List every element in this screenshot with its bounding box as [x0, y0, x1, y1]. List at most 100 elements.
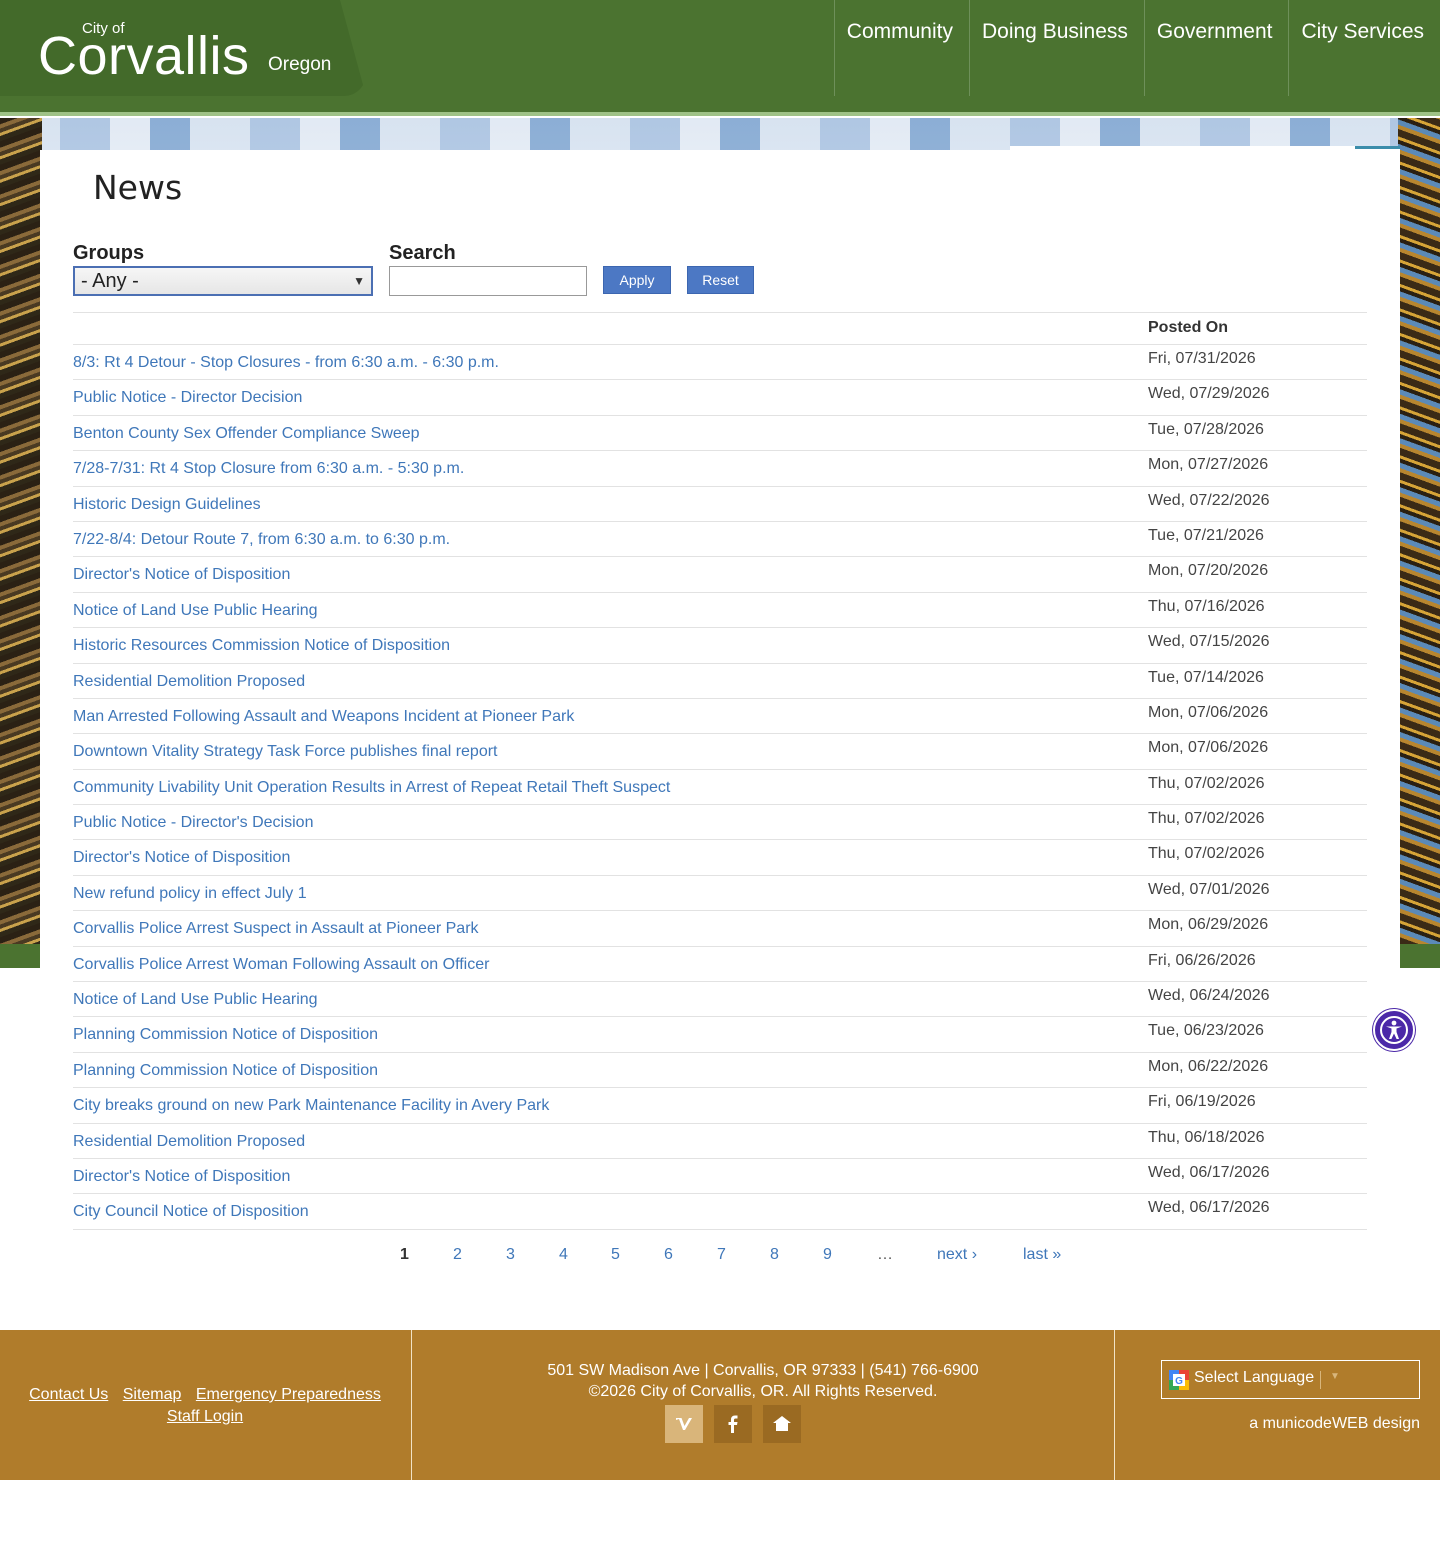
- staff-login-link[interactable]: Staff Login: [167, 1408, 243, 1425]
- table-row: Historic Resources Commission Notice of …: [73, 628, 1367, 664]
- svg-text:G: G: [1175, 1376, 1183, 1387]
- news-date: Tue, 07/14/2026: [1148, 668, 1264, 686]
- pager-last[interactable]: last »: [1023, 1246, 1061, 1264]
- page-title: News: [93, 168, 183, 207]
- language-label: Select Language: [1194, 1369, 1315, 1386]
- nextdoor-icon[interactable]: [763, 1405, 801, 1443]
- table-row: Notice of Land Use Public Hearing Thu, 07…: [73, 593, 1367, 629]
- table-row: Residential Demolition Proposed Thu, 06/1…: [73, 1124, 1367, 1159]
- news-date: Thu, 06/18/2026: [1148, 1128, 1265, 1146]
- news-title-link[interactable]: Historic Design Guidelines: [73, 496, 261, 514]
- content-tab-accent: [1355, 146, 1400, 149]
- news-title-link[interactable]: Downtown Vitality Strategy Task Force pu…: [73, 743, 498, 761]
- news-date: Mon, 06/29/2026: [1148, 916, 1269, 934]
- pager-next[interactable]: next ›: [937, 1246, 977, 1264]
- search-input[interactable]: [389, 266, 587, 296]
- pager-page-3[interactable]: 3: [506, 1246, 515, 1264]
- language-selector[interactable]: G Select Language ▼: [1161, 1360, 1420, 1399]
- nav-doing-business[interactable]: Doing Business: [968, 0, 1144, 96]
- accessibility-button[interactable]: [1373, 1009, 1415, 1051]
- news-date: Wed, 07/01/2026: [1148, 880, 1270, 898]
- language-separator: [1320, 1371, 1321, 1389]
- news-date: Fri, 07/31/2026: [1148, 350, 1256, 367]
- news-date: Thu, 07/02/2026: [1148, 774, 1265, 792]
- pager-page-1: 1: [400, 1246, 409, 1263]
- contact-us-link[interactable]: Contact Us: [29, 1386, 108, 1403]
- logo-name: Corvallis: [38, 26, 250, 86]
- news-title-link[interactable]: 7/28-7/31: Rt 4 Stop Closure from 6:30 a…: [73, 460, 464, 478]
- sitemap-link[interactable]: Sitemap: [123, 1386, 182, 1403]
- news-date: Fri, 06/26/2026: [1148, 951, 1256, 969]
- table-row: Corvallis Police Arrest Suspect in Assau…: [73, 911, 1367, 947]
- news-date: Tue, 07/28/2026: [1148, 420, 1264, 438]
- news-date: Wed, 06/17/2026: [1148, 1199, 1270, 1217]
- news-title-link[interactable]: Planning Commission Notice of Dispositio…: [73, 1062, 378, 1080]
- news-title-link[interactable]: 7/22-8/4: Detour Route 7, from 6:30 a.m.…: [73, 531, 450, 549]
- news-rows: 8/3: Rt 4 Detour - Stop Closures - from …: [73, 345, 1367, 1230]
- news-date: Wed, 06/24/2026: [1148, 987, 1270, 1005]
- news-title-link[interactable]: Community Livability Unit Operation Resu…: [73, 779, 670, 797]
- footer-divider: [1114, 1330, 1115, 1480]
- table-row: Residential Demolition Proposed Tue, 07/1…: [73, 664, 1367, 699]
- news-title-link[interactable]: City breaks ground on new Park Maintenan…: [73, 1097, 549, 1115]
- news-title-link[interactable]: Public Notice - Director's Decision: [73, 814, 313, 832]
- nav-government[interactable]: Government: [1143, 0, 1289, 96]
- pager-page-8[interactable]: 8: [770, 1246, 779, 1264]
- pager-page-6[interactable]: 6: [664, 1246, 673, 1264]
- news-table: Posted On 8/3: Rt 4 Detour - Stop Closur…: [73, 312, 1367, 1230]
- news-title-link[interactable]: Residential Demolition Proposed: [73, 673, 305, 691]
- main-content: News Groups - Any - ▼ Search Apply Reset…: [40, 146, 1400, 1280]
- footer-links: Contact Us Sitemap Emergency Preparednes…: [22, 1384, 388, 1428]
- table-row: City Council Notice of Disposition Wed, 0…: [73, 1194, 1367, 1230]
- nav-city-services[interactable]: City Services: [1288, 0, 1440, 96]
- vimeo-icon[interactable]: [665, 1405, 703, 1443]
- facebook-glyph: [728, 1415, 738, 1433]
- tree-right: [1398, 118, 1440, 944]
- pager-page-2[interactable]: 2: [453, 1246, 462, 1264]
- news-date: Mon, 07/27/2026: [1148, 456, 1269, 474]
- news-date: Thu, 07/16/2026: [1148, 597, 1265, 615]
- groups-select-value: - Any -: [81, 269, 139, 292]
- news-title-link[interactable]: Corvallis Police Arrest Suspect in Assau…: [73, 920, 479, 938]
- pager-page-5[interactable]: 5: [611, 1246, 620, 1264]
- news-title-link[interactable]: Notice of Land Use Public Hearing: [73, 991, 318, 1009]
- news-title-link[interactable]: New refund policy in effect July 1: [73, 885, 307, 903]
- news-title-link[interactable]: Benton County Sex Offender Compliance Sw…: [73, 425, 420, 443]
- news-title-link[interactable]: Notice of Land Use Public Hearing: [73, 602, 318, 620]
- news-title-link[interactable]: Man Arrested Following Assault and Weapo…: [73, 708, 574, 726]
- table-row: Public Notice - Director's Decision Thu, …: [73, 805, 1367, 841]
- table-row: Director's Notice of Disposition Mon, 07/…: [73, 557, 1367, 593]
- pager-page-4[interactable]: 4: [559, 1246, 568, 1264]
- news-title-link[interactable]: Historic Resources Commission Notice of …: [73, 637, 450, 655]
- table-row: Planning Commission Notice of Dispositio…: [73, 1053, 1367, 1089]
- logo-state: Oregon: [268, 54, 332, 75]
- pager: 1 2 3 4 5 6 7 8 9 … next › last »: [40, 1246, 1400, 1270]
- accessibility-icon: [1380, 1016, 1408, 1044]
- emergency-preparedness-link[interactable]: Emergency Preparedness: [196, 1386, 381, 1403]
- news-title-link[interactable]: Planning Commission Notice of Dispositio…: [73, 1026, 378, 1044]
- pager-ellipsis: …: [877, 1246, 893, 1263]
- table-row: Director's Notice of Disposition Thu, 07/…: [73, 840, 1367, 876]
- news-title-link[interactable]: Director's Notice of Disposition: [73, 1168, 290, 1186]
- apply-button[interactable]: Apply: [603, 266, 671, 294]
- pager-page-7[interactable]: 7: [717, 1246, 726, 1264]
- table-row: City breaks ground on new Park Maintenan…: [73, 1088, 1367, 1124]
- news-title-link[interactable]: Director's Notice of Disposition: [73, 849, 290, 867]
- reset-button[interactable]: Reset: [687, 266, 754, 294]
- news-date: Wed, 06/17/2026: [1148, 1163, 1270, 1181]
- posted-on-header[interactable]: Posted On: [1148, 319, 1228, 337]
- news-title-link[interactable]: Director's Notice of Disposition: [73, 566, 290, 584]
- table-row: Public Notice - Director Decision Wed, 07…: [73, 380, 1367, 416]
- news-title-link[interactable]: Residential Demolition Proposed: [73, 1133, 305, 1151]
- table-row: Benton County Sex Offender Compliance Sw…: [73, 416, 1367, 452]
- facebook-icon[interactable]: [714, 1405, 752, 1443]
- news-title-link[interactable]: Public Notice - Director Decision: [73, 389, 302, 407]
- pager-page-9[interactable]: 9: [823, 1246, 832, 1264]
- nav-community[interactable]: Community: [833, 0, 969, 96]
- groups-select[interactable]: - Any - ▼: [73, 266, 373, 296]
- news-title-link[interactable]: 8/3: Rt 4 Detour - Stop Closures - from …: [73, 354, 499, 372]
- news-title-link[interactable]: Corvallis Police Arrest Woman Following …: [73, 956, 489, 974]
- news-title-link[interactable]: City Council Notice of Disposition: [73, 1203, 309, 1221]
- table-row: Community Livability Unit Operation Resu…: [73, 770, 1367, 806]
- table-row: Planning Commission Notice of Dispositio…: [73, 1017, 1367, 1053]
